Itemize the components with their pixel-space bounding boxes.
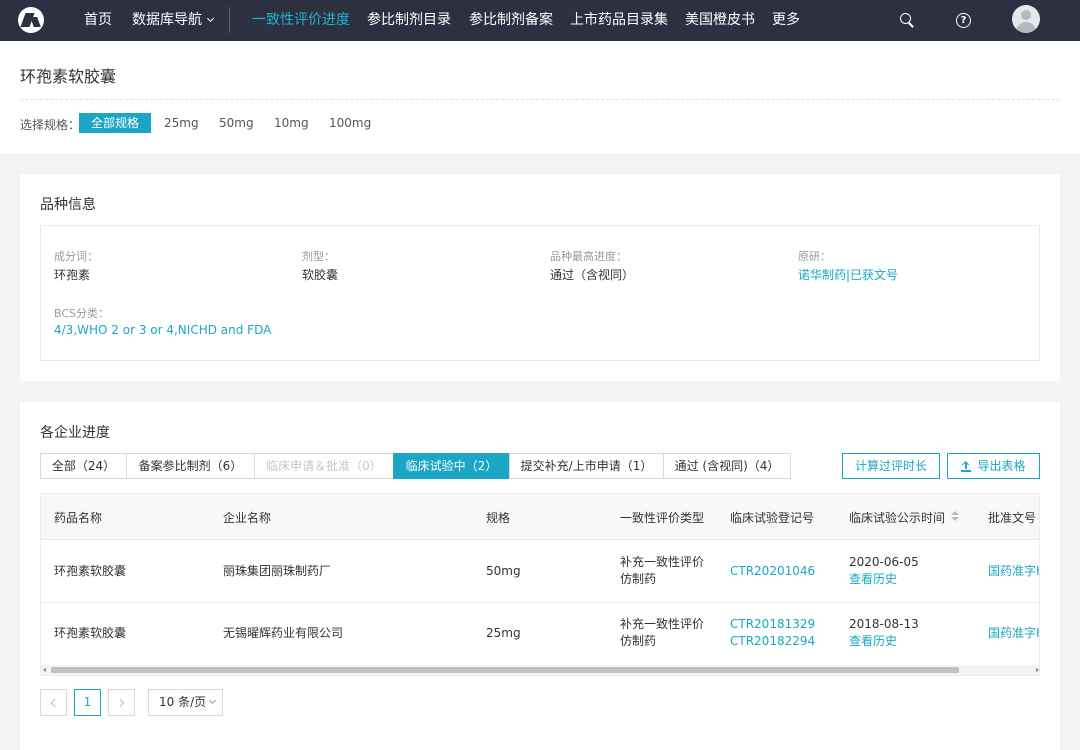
next-page-button[interactable] — [108, 689, 135, 716]
nav-item-more[interactable]: 更多 — [772, 0, 800, 41]
table-header: 药品名称 企业名称 规格 一致性评价类型 临床试验登记号 临床试验公示时间 批准… — [41, 494, 1039, 540]
highest-progress-value: 通过（含视同） — [550, 268, 635, 282]
bcs-label: BCS分类： — [54, 307, 110, 320]
cell-company: 丽珠集团丽珠制药厂 — [223, 564, 332, 578]
spec-100mg[interactable]: 100mg — [323, 113, 377, 133]
col-approval-no: 批准文号 — [988, 511, 1037, 525]
spec-50mg[interactable]: 50mg — [213, 113, 260, 133]
chevron-down-icon — [209, 696, 217, 705]
cell-drug-name: 环孢素软胶囊 — [54, 564, 127, 578]
cell-trial-reg-link[interactable]: CTR20182294 — [730, 633, 815, 650]
cell-trial-reg-link[interactable]: CTR20181329 — [730, 616, 815, 633]
tab-supplement-submission[interactable]: 提交补充/上市申请（1） — [509, 453, 664, 479]
cell-approval-link[interactable]: 国药准字H — [988, 563, 1039, 580]
tab-clinical-application: 临床申请＆批准（0） — [254, 453, 394, 479]
cell-spec: 50mg — [486, 564, 521, 578]
spec-label: 选择规格： — [20, 118, 81, 132]
col-company: 企业名称 — [223, 511, 272, 525]
page-title: 环孢素软胶囊 — [20, 67, 117, 86]
col-trial-date[interactable]: 临床试验公示时间 — [849, 509, 945, 526]
nav-item-reference-catalog[interactable]: 参比制剂目录 — [367, 0, 451, 41]
calc-duration-button[interactable]: 计算过评时长 — [842, 453, 940, 479]
avatar-icon[interactable] — [1012, 5, 1040, 33]
enterprise-progress-card: 各企业进度 全部（24） 备案参比制剂（6） 临床申请＆批准（0） 临床试验中（… — [20, 402, 1060, 750]
help-icon[interactable]: ? — [956, 13, 971, 28]
scroll-right-icon[interactable] — [1036, 668, 1039, 672]
export-table-label: 导出表格 — [977, 459, 1026, 473]
nav-item-reference-filing[interactable]: 参比制剂备案 — [469, 0, 553, 41]
nav-item-home[interactable]: 首页 — [84, 0, 112, 41]
originator-link[interactable]: 诺华制药|已获文号 — [798, 266, 898, 283]
dosage-form-label: 剂型： — [302, 250, 335, 263]
col-evaluation-type: 一致性评价类型 — [620, 511, 705, 525]
tab-all[interactable]: 全部（24） — [40, 453, 127, 479]
dosage-form-value: 软胶囊 — [302, 268, 339, 282]
ingredient-label: 成分词： — [54, 250, 98, 263]
nav-divider — [229, 7, 230, 33]
view-history-link[interactable]: 查看历史 — [849, 571, 897, 588]
view-history-link[interactable]: 查看历史 — [849, 633, 897, 650]
cell-drug-name: 环孢素软胶囊 — [54, 626, 127, 640]
scroll-left-icon[interactable] — [43, 668, 46, 672]
cell-trial-reg-link[interactable]: CTR20201046 — [730, 563, 815, 580]
variety-info-card: 品种信息 成分词： 环孢素 剂型： 软胶囊 品种最高进度： 通过（含视同） 原研… — [20, 174, 1060, 381]
search-icon[interactable] — [899, 12, 915, 28]
cell-company: 无锡曜辉药业有限公司 — [223, 626, 344, 640]
progress-table: 药品名称 企业名称 规格 一致性评价类型 临床试验登记号 临床试验公示时间 批准… — [40, 493, 1040, 676]
page-size-label: 10 条/页 — [159, 695, 207, 709]
nav-item-database-label: 数据库导航 — [132, 12, 202, 28]
progress-tabs: 全部（24） 备案参比制剂（6） 临床申请＆批准（0） 临床试验中（2） 提交补… — [40, 453, 791, 479]
top-navbar: 首页 数据库导航 一致性评价进度 参比制剂目录 参比制剂备案 上市药品目录集 美… — [0, 0, 1080, 41]
sort-icon[interactable] — [951, 511, 959, 523]
spec-25mg[interactable]: 25mg — [158, 113, 205, 133]
nav-item-database[interactable]: 数据库导航 — [132, 0, 215, 41]
cell-approval-link[interactable]: 国药准字H — [988, 625, 1039, 642]
scrollbar-thumb[interactable] — [51, 667, 959, 673]
ingredient-value: 环孢素 — [54, 268, 91, 282]
nav-item-orange-book[interactable]: 美国橙皮书 — [685, 0, 755, 41]
nav-item-listed-drugs[interactable]: 上市药品目录集 — [570, 0, 668, 41]
export-table-button[interactable]: 导出表格 — [947, 453, 1040, 479]
nav-item-consistency[interactable]: 一致性评价进度 — [252, 0, 350, 41]
originator-label: 原研： — [798, 250, 831, 263]
variety-info-box: 成分词： 环孢素 剂型： 软胶囊 品种最高进度： 通过（含视同） 原研： 诺华制… — [40, 225, 1040, 361]
cell-trial-date: 2018-08-13 — [849, 617, 919, 631]
cell-type-line2: 仿制药 — [620, 634, 657, 648]
col-trial-reg-no: 临床试验登记号 — [730, 511, 815, 525]
page-header: 环孢素软胶囊 选择规格： 全部规格 25mg 50mg 10mg 100mg — [0, 41, 1080, 154]
highest-progress-label: 品种最高进度： — [550, 250, 627, 263]
table-row: 环孢素软胶囊 无锡曜辉药业有限公司 25mg 补充一致性评价 仿制药 CTR20… — [41, 603, 1039, 666]
col-spec: 规格 — [486, 511, 511, 525]
cell-type-line1: 补充一致性评价 — [620, 617, 705, 631]
tab-reference-filing[interactable]: 备案参比制剂（6） — [126, 453, 255, 479]
cell-spec: 25mg — [486, 626, 521, 640]
upload-icon — [961, 460, 972, 472]
col-drug-name: 药品名称 — [54, 511, 103, 525]
cell-type-line1: 补充一致性评价 — [620, 555, 705, 569]
chevron-right-icon — [115, 698, 125, 708]
spec-all[interactable]: 全部规格 — [79, 113, 152, 133]
spec-10mg[interactable]: 10mg — [268, 113, 315, 133]
horizontal-scrollbar[interactable] — [41, 665, 1039, 675]
prev-page-button[interactable] — [40, 689, 67, 716]
variety-info-title: 品种信息 — [40, 197, 96, 213]
chevron-left-icon — [50, 698, 60, 708]
enterprise-progress-title: 各企业进度 — [40, 425, 110, 441]
cell-type-line2: 仿制药 — [620, 572, 657, 586]
page-size-select[interactable]: 10 条/页 — [148, 689, 223, 716]
chevron-down-icon — [206, 14, 215, 23]
cell-trial-date: 2020-06-05 — [849, 555, 919, 569]
tab-clinical-trial[interactable]: 临床试验中（2） — [393, 453, 510, 479]
table-row: 环孢素软胶囊 丽珠集团丽珠制药厂 50mg 补充一致性评价 仿制药 CTR202… — [41, 540, 1039, 603]
header-divider — [20, 99, 1060, 100]
page-1-button[interactable]: 1 — [74, 689, 101, 716]
logo-icon[interactable] — [18, 7, 44, 33]
tab-passed[interactable]: 通过 (含视同)（4） — [663, 453, 791, 479]
bcs-link[interactable]: 4/3,WHO 2 or 3 or 4,NICHD and FDA — [54, 323, 271, 337]
